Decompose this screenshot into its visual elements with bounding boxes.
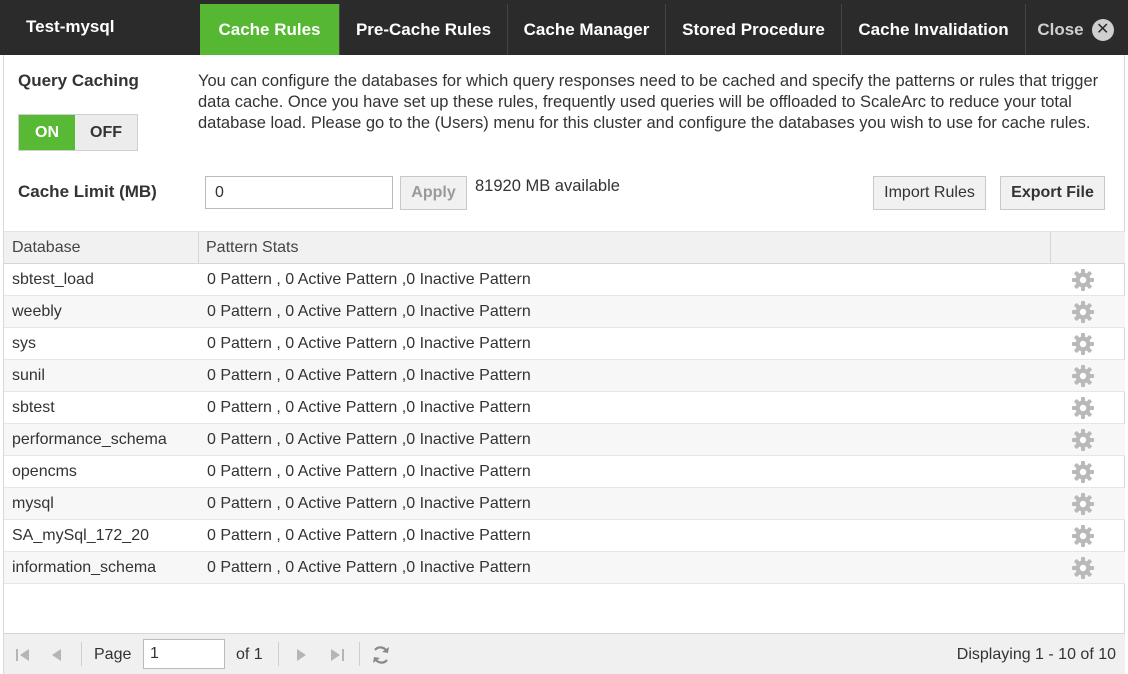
display-range-text: Displaying 1 - 10 of 10 <box>956 646 1116 663</box>
table-row[interactable]: sbtest 0 Pattern , 0 Active Pattern ,0 In… <box>4 392 1125 424</box>
query-caching-toggle[interactable]: ON OFF <box>18 114 138 151</box>
cluster-title: Test-mysql <box>26 17 115 36</box>
cache-limit-input[interactable] <box>205 176 393 209</box>
database-table: Database Pattern Stats sbtest_load 0 Patt… <box>4 231 1125 584</box>
pager-divider <box>81 642 82 666</box>
database-name: opencms <box>12 463 77 480</box>
database-name: mysql <box>12 495 54 512</box>
tab-cache-invalidation[interactable]: Cache Invalidation <box>841 4 1025 55</box>
available-memory-text: 81920 MB available <box>475 177 620 195</box>
close-button[interactable]: Close ✕ <box>1025 4 1125 55</box>
database-name: sys <box>12 335 36 352</box>
gear-icon[interactable] <box>1071 460 1095 484</box>
table-header: Database Pattern Stats <box>4 231 1125 264</box>
next-page-icon[interactable] <box>291 645 311 665</box>
close-label: Close <box>1037 19 1084 39</box>
database-name: sbtest_load <box>12 271 94 288</box>
table-row[interactable]: mysql 0 Pattern , 0 Active Pattern ,0 Ina… <box>4 488 1125 520</box>
tab-pre-cache-rules[interactable]: Pre-Cache Rules <box>339 4 507 55</box>
gear-icon[interactable] <box>1071 524 1095 548</box>
gear-icon[interactable] <box>1071 300 1095 324</box>
query-caching-label: Query Caching <box>18 71 139 90</box>
database-name: sbtest <box>12 399 55 416</box>
table-body: sbtest_load 0 Pattern , 0 Active Pattern … <box>4 264 1125 584</box>
column-header-database[interactable]: Database <box>12 239 81 257</box>
database-name: sunil <box>12 367 45 384</box>
page-count-label: of 1 <box>236 646 263 663</box>
table-row[interactable]: performance_schema 0 Pattern , 0 Active P… <box>4 424 1125 456</box>
pattern-stats: 0 Pattern , 0 Active Pattern ,0 Inactive… <box>207 271 531 288</box>
tab-stored-procedure[interactable]: Stored Procedure <box>665 4 841 55</box>
query-caching-description: You can configure the databases for whic… <box>198 72 1099 132</box>
database-name: performance_schema <box>12 431 167 448</box>
table-row[interactable]: SA_mySql_172_20 0 Pattern , 0 Active Patt… <box>4 520 1125 552</box>
prev-page-icon[interactable] <box>47 645 67 665</box>
last-page-icon[interactable] <box>327 645 347 665</box>
database-name: information_schema <box>12 559 157 576</box>
refresh-icon[interactable] <box>370 644 392 666</box>
column-header-pattern-stats[interactable]: Pattern Stats <box>206 239 299 257</box>
gear-icon[interactable] <box>1071 268 1095 292</box>
table-row[interactable]: opencms 0 Pattern , 0 Active Pattern ,0 I… <box>4 456 1125 488</box>
pager-divider <box>359 642 360 666</box>
gear-icon[interactable] <box>1071 492 1095 516</box>
table-row[interactable]: information_schema 0 Pattern , 0 Active P… <box>4 552 1125 584</box>
pagination-bar: Page of 1 Displaying 1 - 10 of 10 <box>4 633 1125 674</box>
pattern-stats: 0 Pattern , 0 Active Pattern ,0 Inactive… <box>207 495 531 512</box>
pattern-stats: 0 Pattern , 0 Active Pattern ,0 Inactive… <box>207 527 531 544</box>
gear-icon[interactable] <box>1071 556 1095 580</box>
pattern-stats: 0 Pattern , 0 Active Pattern ,0 Inactive… <box>207 399 531 416</box>
page-label: Page <box>94 646 132 663</box>
table-row[interactable]: weebly 0 Pattern , 0 Active Pattern ,0 In… <box>4 296 1125 328</box>
pager-divider <box>278 642 279 666</box>
tab-cache-manager[interactable]: Cache Manager <box>507 4 665 55</box>
pattern-stats: 0 Pattern , 0 Active Pattern ,0 Inactive… <box>207 431 531 448</box>
column-divider <box>1050 232 1051 264</box>
table-row[interactable]: sbtest_load 0 Pattern , 0 Active Pattern … <box>4 264 1125 296</box>
gear-icon[interactable] <box>1071 396 1095 420</box>
import-rules-button[interactable]: Import Rules <box>873 176 986 210</box>
table-row[interactable]: sunil 0 Pattern , 0 Active Pattern ,0 Ina… <box>4 360 1125 392</box>
page-number-input[interactable] <box>143 639 225 669</box>
pattern-stats: 0 Pattern , 0 Active Pattern ,0 Inactive… <box>207 463 531 480</box>
column-divider <box>198 232 199 264</box>
database-name: weebly <box>12 303 62 320</box>
toggle-on-option[interactable]: ON <box>19 115 75 150</box>
first-page-icon[interactable] <box>13 645 33 665</box>
toggle-off-option[interactable]: OFF <box>75 115 137 150</box>
pattern-stats: 0 Pattern , 0 Active Pattern ,0 Inactive… <box>207 335 531 352</box>
tab-cache-rules[interactable]: Cache Rules <box>200 4 339 55</box>
apply-button[interactable]: Apply <box>400 176 467 210</box>
gear-icon[interactable] <box>1071 428 1095 452</box>
pattern-stats: 0 Pattern , 0 Active Pattern ,0 Inactive… <box>207 367 531 384</box>
pattern-stats: 0 Pattern , 0 Active Pattern ,0 Inactive… <box>207 559 531 576</box>
cache-limit-label: Cache Limit (MB) <box>18 182 157 201</box>
database-name: SA_mySql_172_20 <box>12 527 149 544</box>
export-file-button[interactable]: Export File <box>1000 176 1105 210</box>
close-icon[interactable]: ✕ <box>1091 18 1114 41</box>
pattern-stats: 0 Pattern , 0 Active Pattern ,0 Inactive… <box>207 303 531 320</box>
gear-icon[interactable] <box>1071 364 1095 388</box>
gear-icon[interactable] <box>1071 332 1095 356</box>
table-row[interactable]: sys 0 Pattern , 0 Active Pattern ,0 Inact… <box>4 328 1125 360</box>
